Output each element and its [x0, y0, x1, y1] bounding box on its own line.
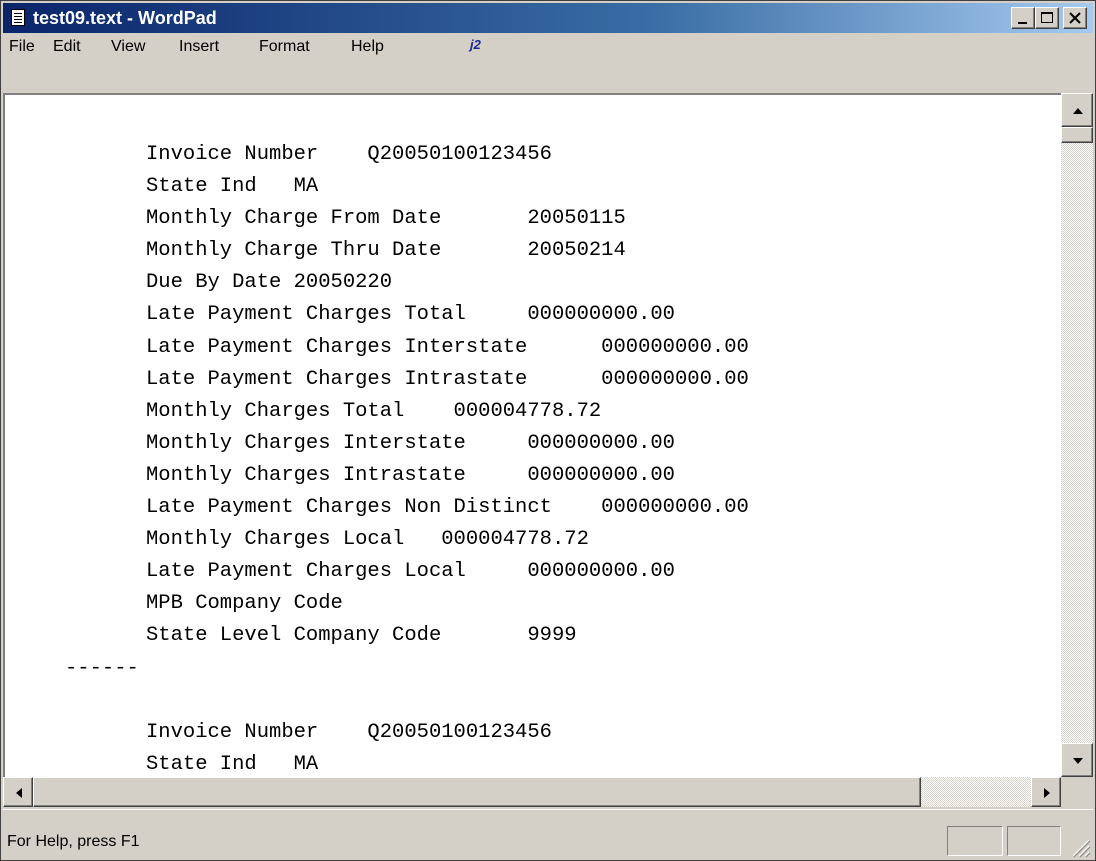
- scroll-left-button[interactable]: [3, 777, 33, 807]
- document-line: Invoice Number Q20050100123456: [146, 143, 552, 166]
- status-bar: For Help, press F1: [3, 809, 1093, 860]
- scroll-up-button[interactable]: [1061, 93, 1093, 127]
- menu-file[interactable]: File: [9, 37, 35, 57]
- arrow-right-icon: [1044, 788, 1050, 798]
- document-line: Monthly Charge From Date 20050115: [146, 207, 626, 231]
- document-line: Late Payment Charges Local 000000000.00: [146, 560, 675, 584]
- document-line: Late Payment Charges Total 000000000.00: [146, 303, 675, 327]
- document-line: State Ind MA: [146, 752, 319, 776]
- window-title: test09.text - WordPad: [33, 8, 217, 28]
- document-line: Late Payment Charges Non Distinct 000000…: [146, 496, 749, 520]
- document-line: Invoice Number Q20050100123456: [146, 720, 552, 744]
- document-line: ------: [65, 656, 139, 680]
- scroll-right-button[interactable]: [1031, 777, 1061, 807]
- menu-view[interactable]: View: [111, 37, 145, 57]
- document-text: Invoice Number Q20050100123456 State Ind …: [5, 139, 1061, 777]
- scroll-thumb[interactable]: [1061, 127, 1093, 143]
- document-line: Monthly Charges Total 000004778.72: [146, 399, 602, 423]
- maximize-icon: [1041, 12, 1053, 23]
- status-pane-2: [1007, 826, 1061, 856]
- status-text: For Help, press F1: [7, 833, 140, 850]
- close-icon: [1069, 12, 1081, 24]
- document-line: Monthly Charges Local 000004778.72: [146, 528, 589, 552]
- scrollbar-corner: [1061, 777, 1093, 807]
- arrow-left-icon: [16, 788, 22, 798]
- minimize-button[interactable]: [1011, 7, 1035, 29]
- wordpad-app-icon[interactable]: [11, 9, 25, 26]
- vertical-scrollbar[interactable]: [1061, 93, 1093, 777]
- menu-format[interactable]: Format: [259, 37, 310, 57]
- arrow-down-icon: [1073, 758, 1083, 764]
- document-line: State Level Company Code 9999: [146, 624, 577, 648]
- scroll-down-button[interactable]: [1061, 743, 1093, 777]
- menu-edit[interactable]: Edit: [53, 37, 81, 57]
- toolbar-area: [3, 61, 1093, 93]
- resize-grip-icon[interactable]: [1069, 836, 1091, 858]
- document-editor[interactable]: Invoice Number Q20050100123456 State Ind …: [3, 93, 1061, 777]
- document-line: Monthly Charge Thru Date 20050214: [146, 239, 626, 263]
- horizontal-scrollbar[interactable]: [3, 777, 1061, 807]
- document-line: Late Payment Charges Intrastate 00000000…: [146, 367, 749, 391]
- document-line: MPB Company Code: [146, 592, 343, 616]
- document-line: Late Payment Charges Interstate 00000000…: [146, 335, 749, 359]
- document-line: Monthly Charges Interstate 000000000.00: [146, 431, 675, 455]
- title-bar[interactable]: test09.text - WordPad: [3, 3, 1093, 33]
- menu-insert[interactable]: Insert: [179, 37, 219, 57]
- close-button[interactable]: [1063, 7, 1087, 29]
- hscroll-thumb[interactable]: [33, 777, 921, 807]
- menu-bar: File Edit View Insert Format Help j2: [3, 34, 1093, 60]
- minimize-icon: [1018, 22, 1027, 24]
- wordpad-window: test09.text - WordPad File Edit View Ins…: [0, 0, 1096, 861]
- document-line: Due By Date 20050220: [146, 271, 393, 295]
- document-line: Monthly Charges Intrastate 000000000.00: [146, 463, 675, 487]
- maximize-button[interactable]: [1035, 7, 1059, 29]
- arrow-up-icon: [1073, 108, 1083, 114]
- status-pane-1: [947, 826, 1003, 856]
- document-line: State Ind MA: [146, 175, 319, 199]
- j2-icon[interactable]: j2: [470, 37, 481, 52]
- menu-help[interactable]: Help: [351, 37, 384, 57]
